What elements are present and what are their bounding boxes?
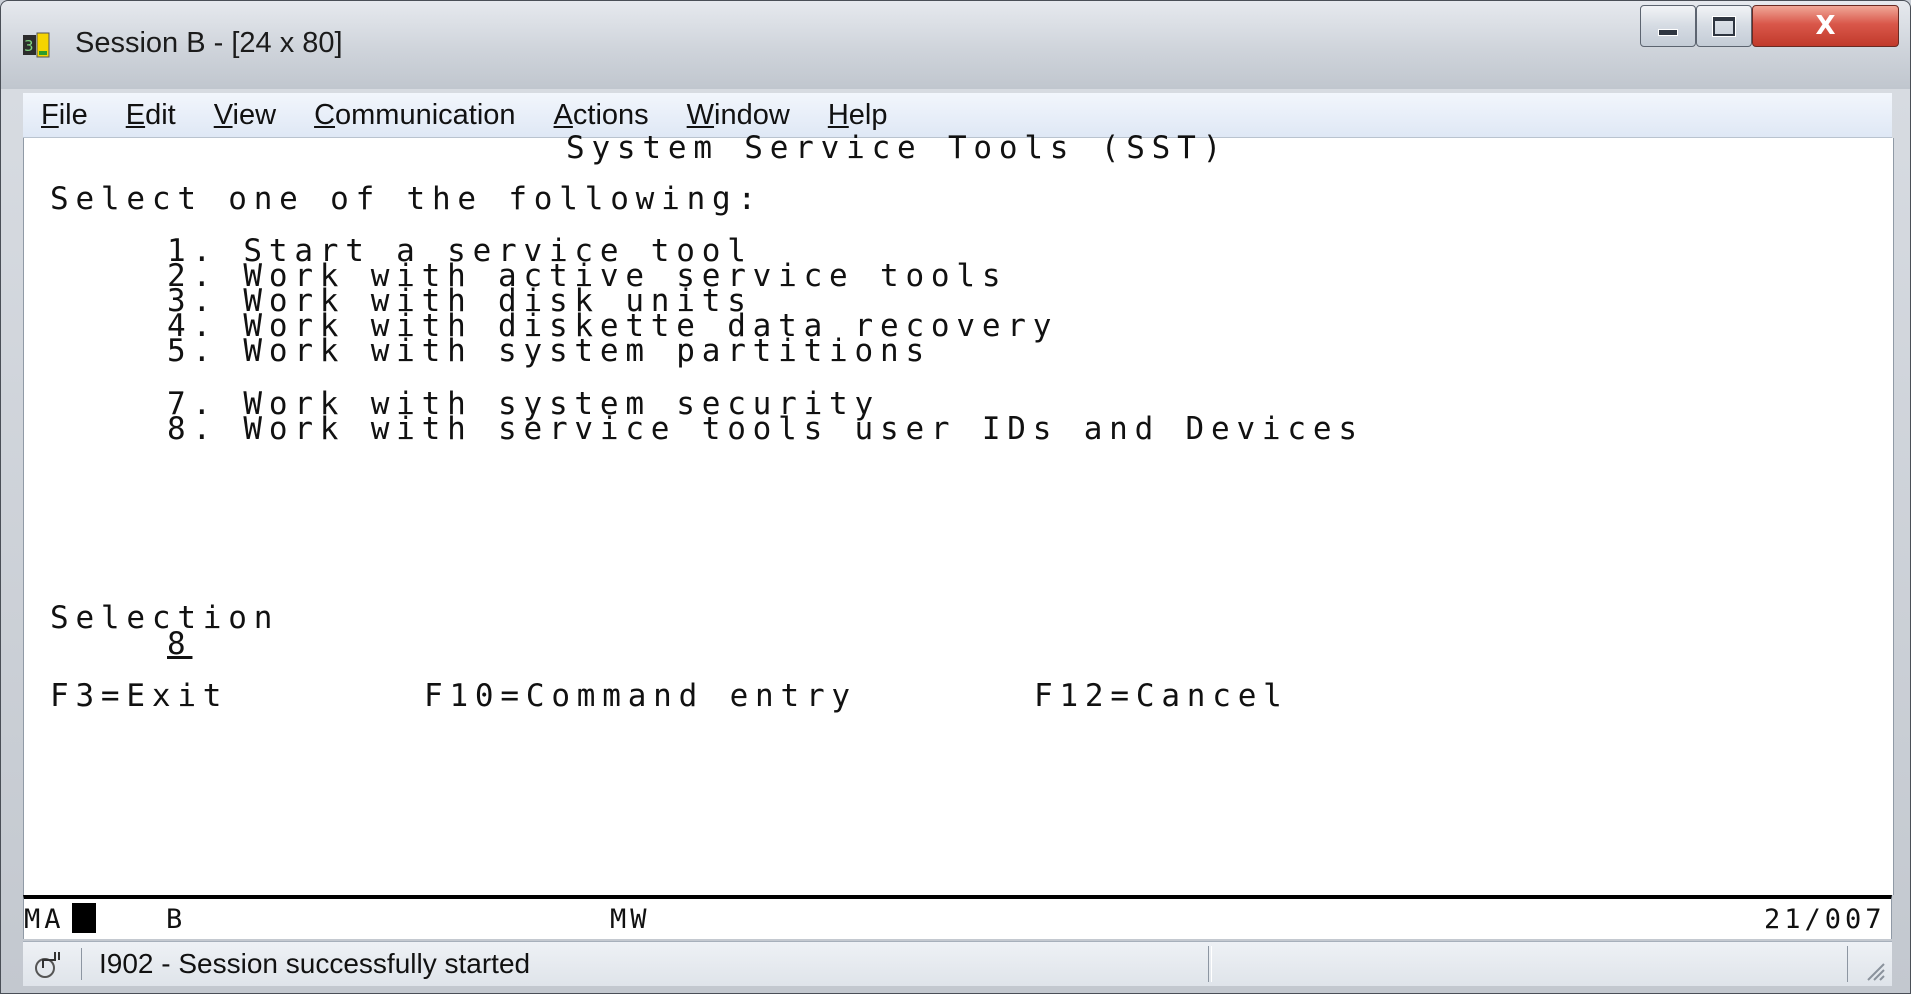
window-title: Session B - [24 x 80] (75, 27, 343, 59)
menu-help[interactable]: Help (810, 99, 906, 132)
selection-label: Selection (50, 600, 280, 636)
option-8: 8. Work with service tools user IDs and … (167, 411, 1364, 447)
menu-file[interactable]: File (23, 99, 106, 132)
operator-info-area: MA B MW 21/007 (23, 895, 1892, 939)
menu-window[interactable]: Window (669, 99, 808, 132)
minimize-button[interactable] (1640, 5, 1696, 47)
terminal-screen[interactable]: System Service Tools (SST) Select one of… (23, 133, 1894, 895)
minimize-icon (1658, 28, 1678, 36)
status-pane-edge (1211, 946, 1212, 982)
resize-grip-icon[interactable] (1862, 958, 1886, 982)
fkey-exit[interactable]: F3=Exit (50, 681, 228, 712)
menu-prompt: Select one of the following: (50, 181, 763, 217)
title-bar[interactable]: 3 Session B - [24 x 80] X (1, 1, 1910, 89)
svg-text:3: 3 (24, 37, 34, 55)
connection-icon (35, 952, 60, 978)
cursor-position: 21/007 (1764, 904, 1886, 935)
close-button[interactable]: X (1752, 5, 1899, 47)
option-5: 5. Work with system partitions (167, 333, 931, 369)
status-separator (81, 948, 82, 980)
fkey-cancel[interactable]: F12=Cancel (1034, 681, 1289, 712)
emulator-window: 3 Session B - [24 x 80] X File Edit View… (0, 0, 1911, 994)
status-separator (1208, 946, 1209, 982)
fkey-command-entry[interactable]: F10=Command entry (424, 681, 857, 712)
status-message: I902 - Session successfully started (99, 948, 531, 979)
selection-input[interactable]: 8 (167, 629, 192, 660)
screen-title: System Service Tools (SST) (566, 130, 1229, 166)
menu-communication[interactable]: Communication (296, 99, 533, 132)
oia-session: B (166, 904, 187, 935)
emulator-app-icon[interactable]: 3 (23, 31, 51, 59)
menu-edit[interactable]: Edit (108, 99, 194, 132)
status-bar: I902 - Session successfully started (23, 941, 1892, 986)
menu-view[interactable]: View (196, 99, 294, 132)
close-icon: X (1815, 11, 1836, 41)
maximize-button[interactable] (1696, 5, 1752, 47)
maximize-icon (1713, 16, 1735, 36)
oia-indicator: MA (24, 904, 65, 935)
menu-actions[interactable]: Actions (536, 99, 667, 132)
cursor-indicator (72, 903, 96, 933)
status-separator (1847, 946, 1848, 982)
oia-mode: MW (610, 904, 651, 935)
